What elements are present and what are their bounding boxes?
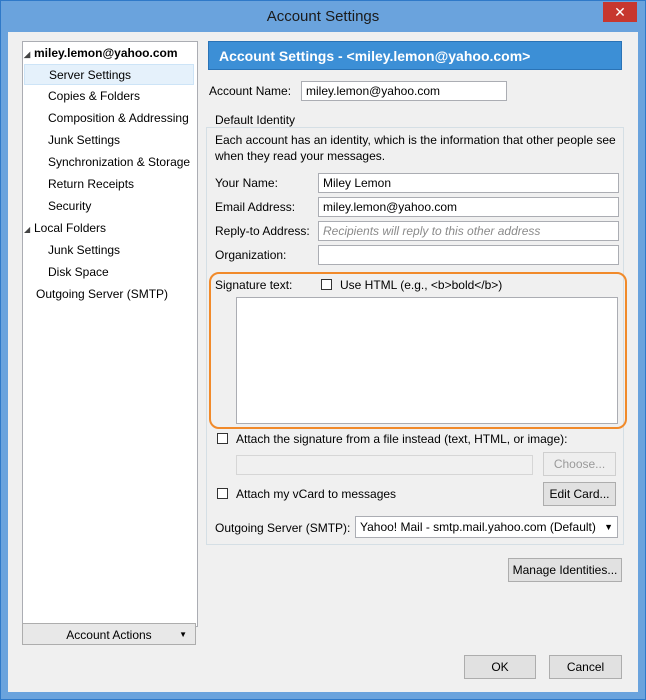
reply-to-field[interactable]: Recipients will reply to this other addr… <box>318 221 619 241</box>
account-name-label: Account Name: <box>209 84 292 98</box>
organization-label: Organization: <box>215 248 287 262</box>
account-name-field[interactable]: miley.lemon@yahoo.com <box>301 81 507 101</box>
dialog-body: ◢ miley.lemon@yahoo.com Server Settings C… <box>8 32 638 692</box>
signature-label: Signature text: <box>215 278 293 292</box>
tree-item-copies-folders[interactable]: Copies & Folders <box>48 86 140 107</box>
use-html-checkbox[interactable] <box>321 279 332 290</box>
your-name-field[interactable]: Miley Lemon <box>318 173 619 193</box>
outgoing-server-select[interactable]: Yahoo! Mail - smtp.mail.yahoo.com (Defau… <box>355 516 618 538</box>
expand-arrow-icon[interactable]: ◢ <box>24 219 34 240</box>
ok-button[interactable]: OK <box>464 655 536 679</box>
close-icon[interactable]: ✕ <box>603 2 637 22</box>
tree-item-return-receipts[interactable]: Return Receipts <box>48 174 134 195</box>
tree-item-outgoing-server[interactable]: Outgoing Server (SMTP) <box>36 284 168 305</box>
manage-identities-button[interactable]: Manage Identities... <box>508 558 622 582</box>
identity-description: Each account has an identity, which is t… <box>215 133 616 163</box>
edit-card-button[interactable]: Edit Card... <box>543 482 616 506</box>
page-title: Account Settings - <miley.lemon@yahoo.co… <box>208 41 622 70</box>
reply-to-label: Reply-to Address: <box>215 224 310 238</box>
tree-item-junk-settings[interactable]: Junk Settings <box>48 130 120 151</box>
tree-item-composition-addressing[interactable]: Composition & Addressing <box>48 108 189 129</box>
chevron-down-icon: ▼ <box>604 522 613 532</box>
expand-arrow-icon[interactable]: ◢ <box>24 44 34 65</box>
dropdown-arrow-icon: ▼ <box>179 630 187 639</box>
account-tree: ◢ miley.lemon@yahoo.com Server Settings C… <box>22 41 198 627</box>
email-label: Email Address: <box>215 200 296 214</box>
attach-vcard-label: Attach my vCard to messages <box>236 487 397 501</box>
your-name-label: Your Name: <box>215 176 278 190</box>
tree-item-local-folders[interactable]: ◢ Local Folders <box>24 218 106 239</box>
tree-item-security[interactable]: Security <box>48 196 91 217</box>
default-identity-title: Default Identity <box>213 113 298 127</box>
attach-file-label: Attach the signature from a file instead… <box>236 432 568 446</box>
attach-file-checkbox[interactable] <box>217 433 228 444</box>
window-title: Account Settings <box>266 8 380 25</box>
tree-item-sync-storage[interactable]: Synchronization & Storage <box>48 152 190 173</box>
signature-file-path <box>236 455 533 475</box>
organization-field[interactable] <box>318 245 619 265</box>
tree-item-server-settings[interactable]: Server Settings <box>24 64 194 85</box>
email-field[interactable]: miley.lemon@yahoo.com <box>318 197 619 217</box>
tree-item-disk-space[interactable]: Disk Space <box>48 262 109 283</box>
account-settings-window: Account Settings ✕ ◢ miley.lemon@yahoo.co… <box>0 0 646 700</box>
title-bar[interactable]: Account Settings ✕ <box>1 1 645 32</box>
cancel-button[interactable]: Cancel <box>549 655 622 679</box>
tree-item-account[interactable]: ◢ miley.lemon@yahoo.com <box>24 43 194 64</box>
account-actions-button[interactable]: Account Actions ▼ <box>22 623 196 645</box>
outgoing-server-label: Outgoing Server (SMTP): <box>215 521 351 535</box>
use-html-label: Use HTML (e.g., <b>bold</b>) <box>340 278 503 292</box>
attach-vcard-checkbox[interactable] <box>217 488 228 499</box>
signature-textarea[interactable] <box>236 297 618 424</box>
tree-item-local-junk-settings[interactable]: Junk Settings <box>48 240 120 261</box>
choose-button[interactable]: Choose... <box>543 452 616 476</box>
